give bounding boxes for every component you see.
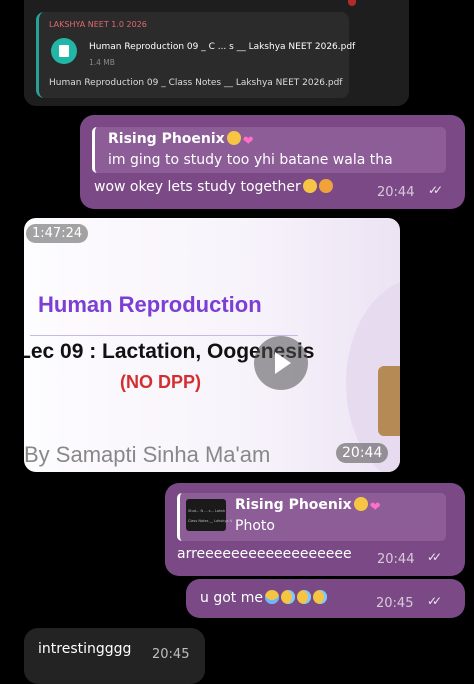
reply-author: Rising Phoenix ❤: [235, 497, 381, 515]
two-hearts-icon: ❤: [369, 500, 381, 515]
file-name: Human Reproduction 09 _ C ... s __ Laksh…: [89, 42, 356, 52]
play-icon[interactable]: [254, 336, 308, 390]
title-divider: [30, 335, 298, 336]
two-hearts-icon: ❤: [242, 134, 254, 149]
reply-text: Photo: [235, 518, 275, 534]
reply-text: im ging to study too yhi batane wala tha: [108, 152, 393, 168]
video-title: Human Reproduction: [38, 292, 262, 317]
reply-photo-thumbnail: Stud... N ... s... Laksh Class Notes __ …: [186, 499, 232, 531]
video-note: (NO DPP): [120, 372, 201, 392]
pleading-face-icon: [353, 497, 368, 511]
grinning-sweat-icon: [296, 590, 311, 604]
reply-author-name: Rising Phoenix: [235, 497, 352, 513]
message-text-row: u got me: [200, 590, 327, 606]
file-card[interactable]: LAKSHYA NEET 1.0 2026 Human Reproduction…: [36, 12, 355, 98]
message-time: 20:45: [152, 647, 190, 662]
reply-quote[interactable]: Stud... N ... s... Laksh Class Notes __ …: [177, 493, 446, 541]
file-size: 1.4 MB: [89, 58, 115, 67]
outgoing-message[interactable]: u got me 20:45 ✓✓: [186, 579, 465, 618]
thumb-text: Stud... N ... s... Laksh: [188, 509, 226, 513]
double-check-icon: ✓✓: [427, 594, 442, 608]
message-text: u got me: [200, 590, 263, 606]
video-teacher: By Samapti Sinha Ma'am: [24, 442, 271, 467]
video-duration: 1:47:24: [26, 224, 89, 243]
double-check-icon: ✓✓: [427, 550, 442, 564]
outgoing-message[interactable]: Stud... N ... s... Laksh Class Notes __ …: [165, 483, 465, 576]
forward-source[interactable]: LAKSHYA NEET 1.0 2026: [49, 20, 147, 29]
pleading-face-icon: [226, 131, 241, 145]
thumb-text: Class Notes __ Lakshya N: [188, 519, 233, 523]
message-text-row: wow okey lets study together: [94, 179, 333, 195]
smiling-hearts-icon: [318, 179, 333, 193]
incoming-message[interactable]: intrestingggg 20:45: [24, 628, 205, 684]
message-time: 20:44: [377, 552, 415, 567]
file-caption: Human Reproduction 09 _ Class Notes __ L…: [49, 78, 343, 88]
message-time: 20:45: [376, 596, 414, 611]
outgoing-message[interactable]: Rising Phoenix ❤ im ging to study too yhi…: [80, 115, 465, 209]
grinning-sweat-icon: [312, 590, 327, 604]
message-time: 20:44: [336, 443, 389, 463]
reply-author: Rising Phoenix ❤: [108, 131, 254, 149]
loudly-crying-face-icon: [264, 590, 279, 604]
double-check-icon: ✓✓: [428, 183, 443, 197]
message-text: intrestingggg: [38, 641, 132, 657]
teacher-photo: [378, 366, 400, 436]
document-icon[interactable]: [51, 38, 77, 64]
reply-author-name: Rising Phoenix: [108, 131, 225, 147]
message-text: wow okey lets study together: [94, 179, 301, 195]
reply-quote[interactable]: Rising Phoenix ❤ im ging to study too yhi…: [92, 127, 446, 173]
video-message[interactable]: 1:47:24 Human Reproduction Lec 09 : Lact…: [24, 218, 400, 472]
pleading-face-icon: [302, 179, 317, 193]
grinning-sweat-icon: [280, 590, 295, 604]
message-time: 20:44: [377, 185, 415, 200]
message-text: arreeeeeeeeeeeeeeeeee: [177, 546, 352, 562]
